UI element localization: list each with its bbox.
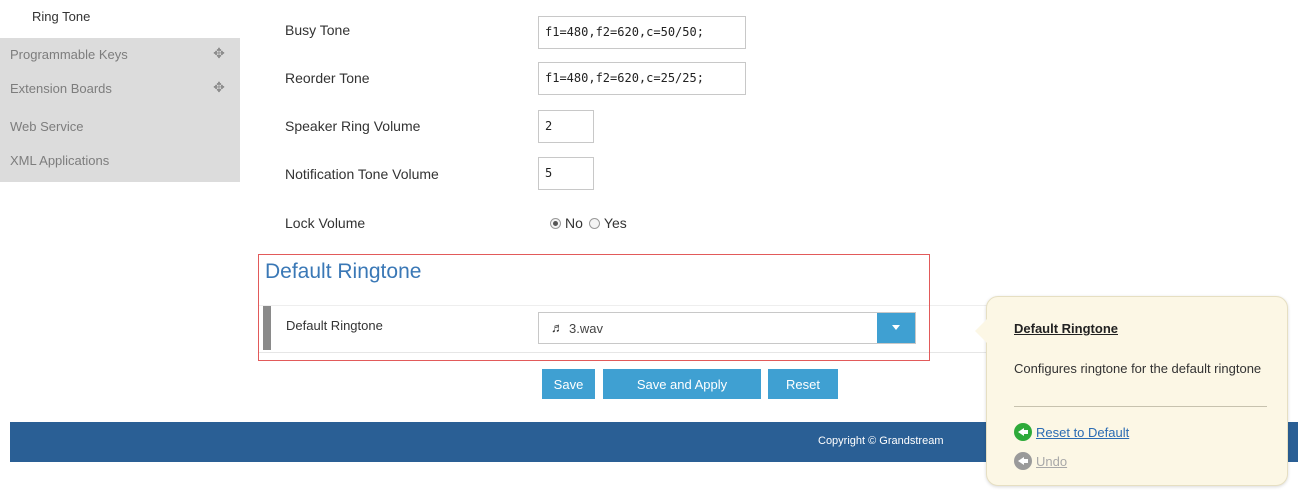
reset-to-default-link[interactable]: Reset to Default: [1014, 423, 1129, 441]
sidebar: Programmable Keys ✥ Extension Boards ✥ W…: [0, 38, 240, 182]
sidebar-item-xml-applications[interactable]: XML Applications: [0, 144, 240, 178]
reset-icon[interactable]: [1014, 423, 1032, 441]
music-note-icon: ♬: [551, 320, 564, 335]
save-and-apply-button[interactable]: Save and Apply: [603, 369, 761, 399]
lock-volume-no-option[interactable]: No: [550, 215, 583, 231]
reorder-tone-label: Reorder Tone: [285, 70, 370, 86]
tooltip-divider: [1014, 406, 1267, 407]
reset-to-default-label[interactable]: Reset to Default: [1036, 425, 1129, 440]
save-button[interactable]: Save: [542, 369, 595, 399]
selected-ringtone-value: 3.wav: [569, 321, 603, 336]
sidebar-item-label: Web Service: [10, 119, 84, 134]
row-marker: [263, 306, 271, 350]
tooltip-title: Default Ringtone: [1014, 321, 1118, 336]
sidebar-item-label: Extension Boards: [10, 81, 112, 96]
copyright-text: Copyright © Grandstream: [818, 435, 944, 447]
dropdown-arrow-icon[interactable]: [877, 313, 915, 343]
sidebar-item-web-service[interactable]: Web Service: [0, 110, 240, 144]
undo-icon[interactable]: [1014, 452, 1032, 470]
sidebar-item-programmable-keys[interactable]: Programmable Keys ✥: [0, 38, 240, 72]
help-tooltip: Default Ringtone Configures ringtone for…: [975, 296, 1288, 486]
speaker-ring-volume-input[interactable]: 2: [538, 110, 594, 143]
speaker-ring-volume-label: Speaker Ring Volume: [285, 118, 421, 134]
undo-link[interactable]: Undo: [1014, 452, 1067, 470]
reorder-tone-input[interactable]: f1=480,f2=620,c=25/25;: [538, 62, 746, 95]
notification-tone-volume-input[interactable]: 5: [538, 157, 594, 190]
tooltip-description: Configures ringtone for the default ring…: [1014, 361, 1262, 376]
lock-volume-label: Lock Volume: [285, 215, 366, 231]
sidebar-item-label: XML Applications: [10, 153, 110, 168]
radio-unchecked-icon[interactable]: [588, 217, 600, 229]
radio-label-no: No: [565, 215, 583, 231]
notification-tone-volume-label: Notification Tone Volume: [285, 166, 439, 182]
expand-icon[interactable]: ✥: [212, 79, 226, 95]
undo-label[interactable]: Undo: [1036, 454, 1067, 469]
sidebar-item-extension-boards[interactable]: Extension Boards ✥: [0, 72, 240, 106]
radio-checked-icon[interactable]: [550, 217, 561, 229]
section-title: Default Ringtone: [265, 260, 422, 283]
lock-volume-radio-group: No Yes: [550, 215, 633, 231]
default-ringtone-select[interactable]: ♬ 3.wav: [538, 312, 916, 344]
sidebar-item-label: Programmable Keys: [10, 47, 128, 62]
busy-tone-label: Busy Tone: [285, 22, 351, 38]
lock-volume-yes-option[interactable]: Yes: [588, 215, 627, 231]
sidebar-item-ring-tone[interactable]: Ring Tone: [0, 0, 240, 38]
reset-button[interactable]: Reset: [768, 369, 838, 399]
sidebar-item-label: Ring Tone: [32, 9, 91, 24]
radio-label-yes: Yes: [603, 215, 627, 231]
busy-tone-input[interactable]: f1=480,f2=620,c=50/50;: [538, 16, 746, 49]
expand-icon[interactable]: ✥: [212, 45, 226, 61]
default-ringtone-label: Default Ringtone: [286, 318, 383, 333]
